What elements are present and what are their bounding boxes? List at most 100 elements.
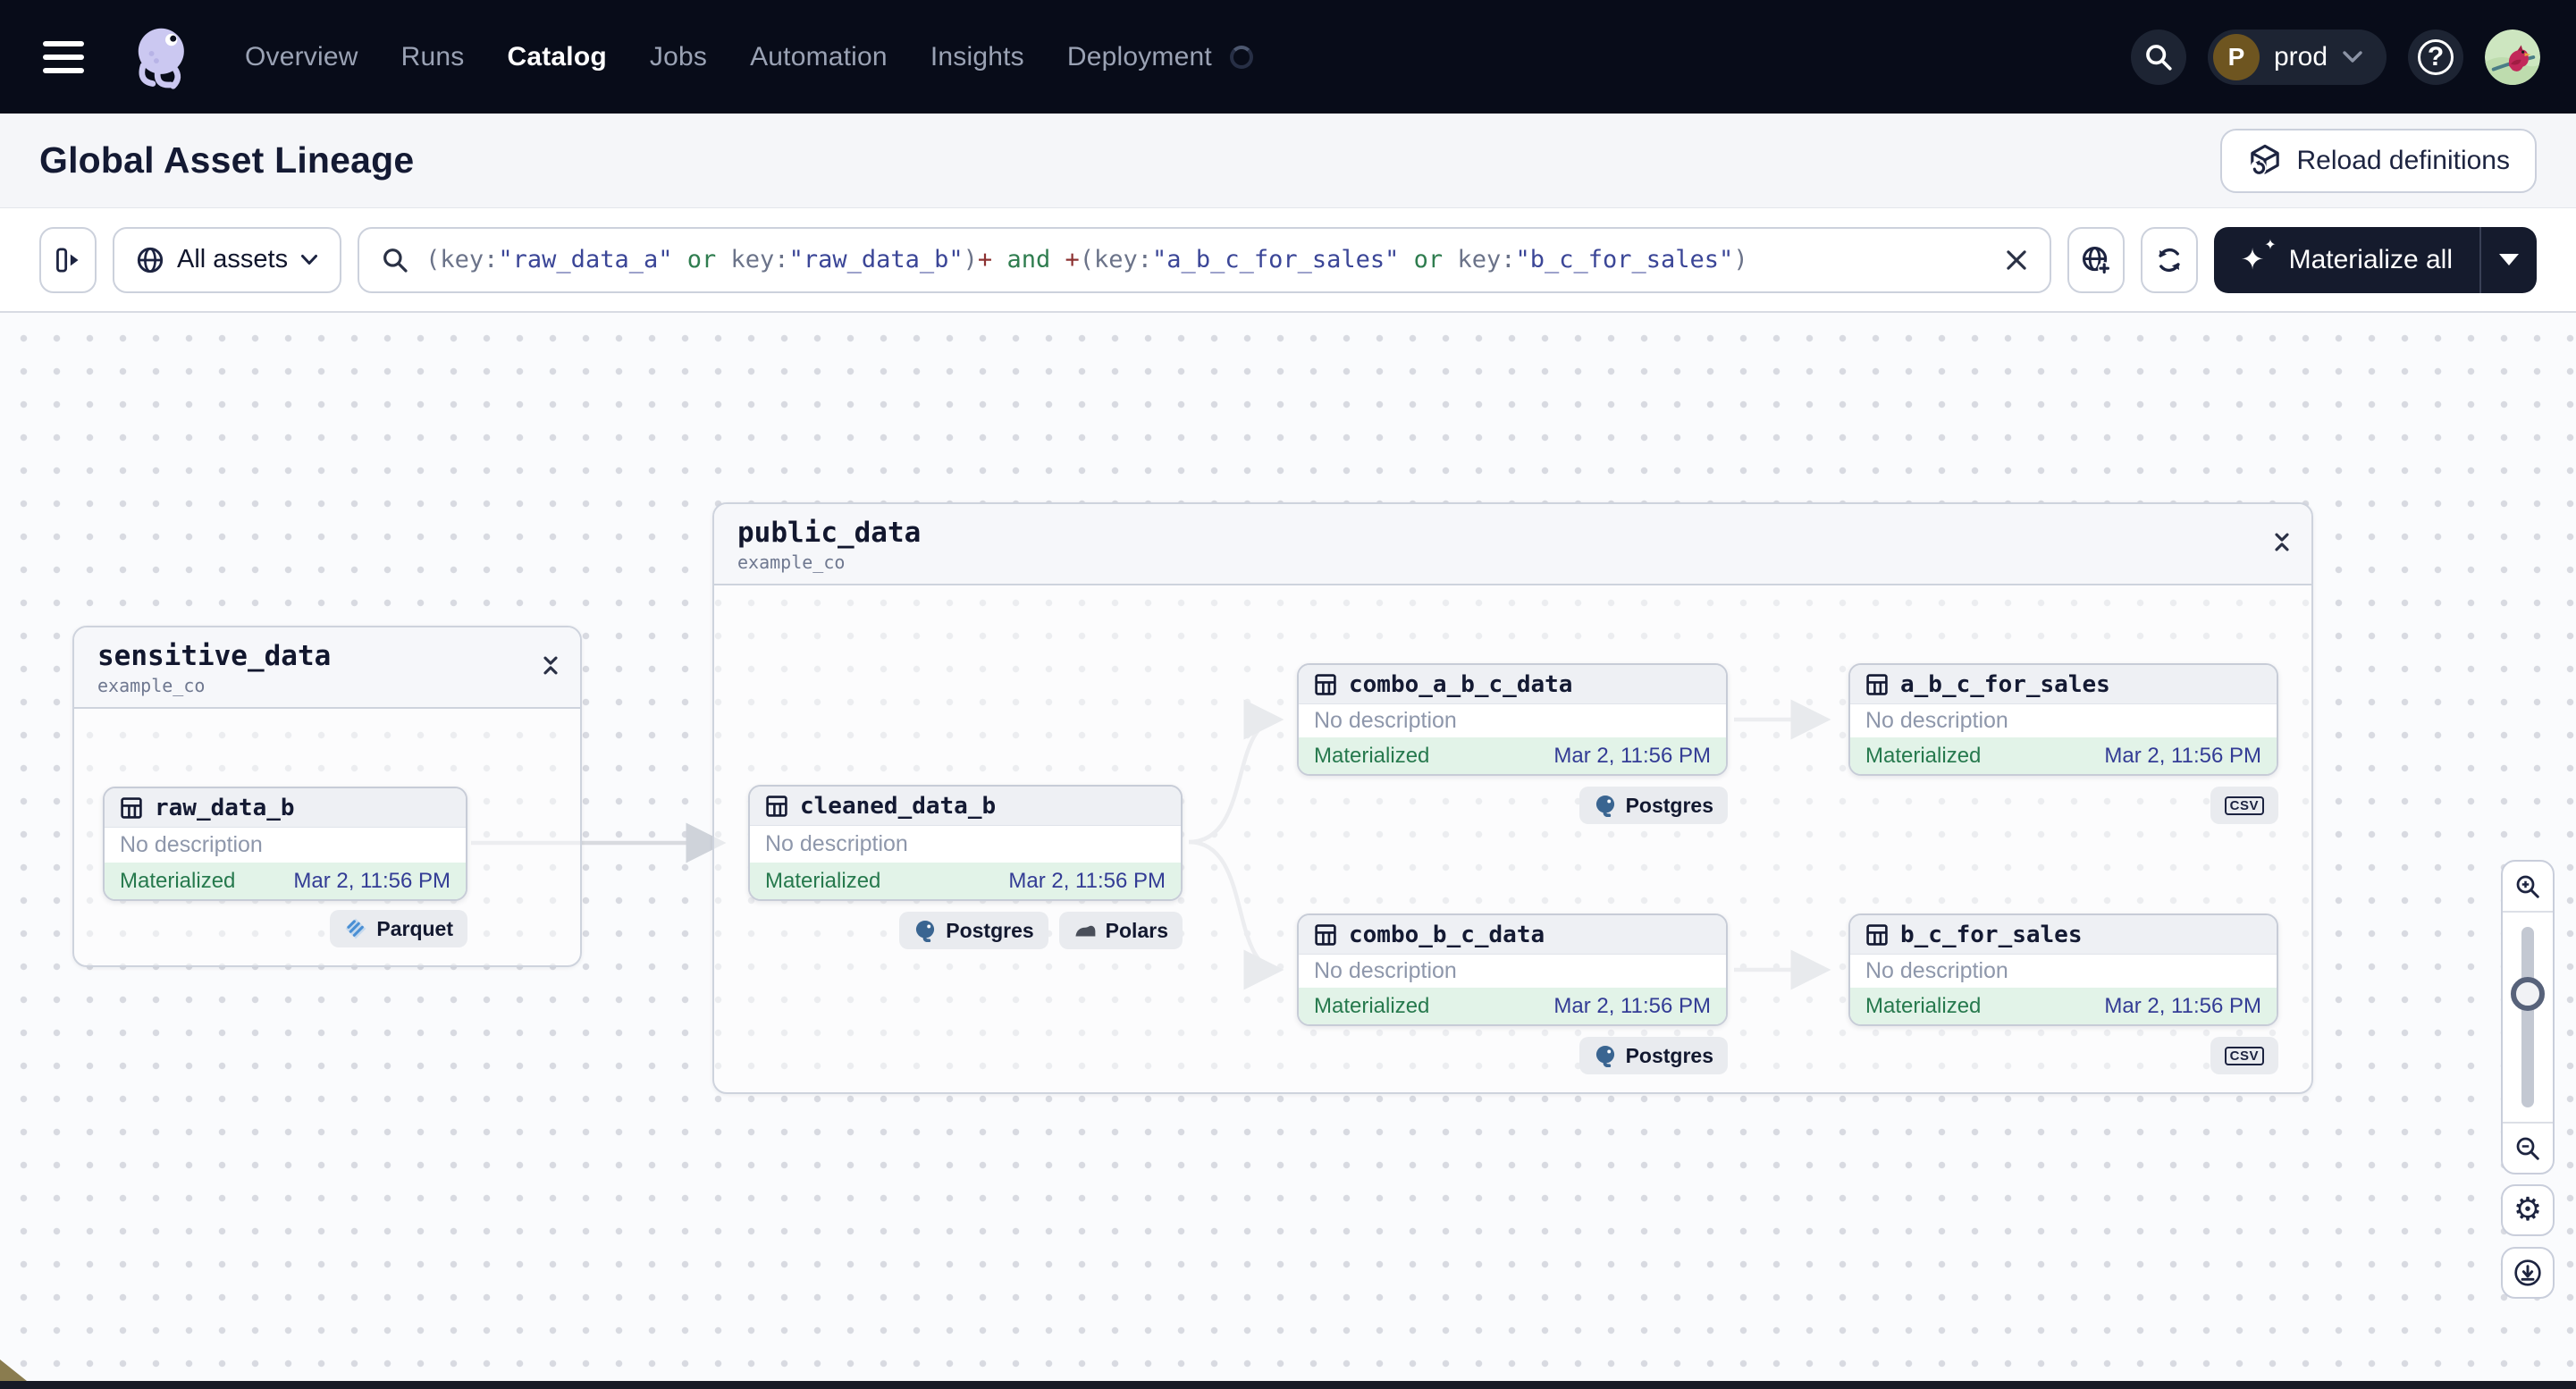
asset-description: No description (1314, 708, 1457, 733)
badge-row: Postgres Polars (748, 912, 1183, 949)
asset-node-b-c-for-sales[interactable]: b_c_for_sales No description Materialize… (1848, 913, 2278, 1026)
asset-node-raw-data-b[interactable]: raw_data_b No description Materialized M… (103, 787, 467, 901)
asset-node-cleaned-data-b[interactable]: cleaned_data_b No description Materializ… (748, 785, 1183, 901)
refresh-graph-button[interactable] (2140, 226, 2198, 293)
badge-row: Postgres (1297, 787, 1728, 824)
nav-link-jobs[interactable]: Jobs (650, 42, 707, 72)
asset-status: Materialized (1314, 993, 1430, 1018)
badge-label: Postgres (946, 918, 1034, 942)
badge-row: CSV (1848, 1037, 2278, 1074)
table-icon (766, 795, 787, 817)
nav-link-insights[interactable]: Insights (930, 42, 1024, 72)
environment-avatar: P (2212, 33, 2260, 80)
nav-links: Overview Runs Catalog Jobs Automation In… (245, 42, 1253, 72)
kind-badge-parquet[interactable]: Parquet (330, 910, 467, 947)
table-icon (1866, 923, 1888, 946)
new-scope-button[interactable] (2067, 226, 2125, 293)
zoom-slider-track[interactable] (2521, 927, 2534, 1107)
zoom-slider (2503, 913, 2553, 1122)
table-icon (1315, 673, 1336, 695)
group-title: sensitive_data (97, 640, 332, 672)
postgres-icon (1595, 795, 1614, 817)
download-icon (2514, 1259, 2541, 1286)
graph-settings-button[interactable]: ⚙ (2501, 1184, 2555, 1236)
badge-row: Postgres (1297, 1037, 1728, 1074)
kind-badge-postgres[interactable]: Postgres (1578, 1037, 1728, 1074)
nav-link-deployment[interactable]: Deployment (1067, 42, 1212, 72)
nav-link-catalog[interactable]: Catalog (507, 42, 606, 72)
asset-timestamp: Mar 2, 11:56 PM (293, 868, 450, 893)
deployment-loading-spinner (1229, 45, 1253, 69)
asset-node-combo-b-c-data[interactable]: combo_b_c_data No description Materializ… (1297, 913, 1728, 1026)
panel-expand-icon (56, 248, 79, 272)
globe-plus-icon (2082, 246, 2110, 274)
zoom-control-panel (2501, 860, 2555, 1174)
globe-icon (137, 247, 164, 273)
zoom-in-icon (2516, 875, 2539, 898)
zoom-out-icon (2516, 1137, 2539, 1160)
zoom-in-button[interactable] (2503, 862, 2553, 911)
top-nav: Overview Runs Catalog Jobs Automation In… (0, 0, 2576, 114)
user-avatar[interactable] (2485, 29, 2540, 85)
nav-link-automation[interactable]: Automation (750, 42, 888, 72)
group-title: public_data (737, 517, 922, 549)
search-query: (key:"raw_data_a" or key:"raw_data_b")+ … (425, 246, 1748, 274)
table-icon (1866, 673, 1888, 695)
question-mark-icon: ? (2418, 38, 2454, 75)
download-graph-button[interactable] (2501, 1247, 2555, 1299)
asset-status: Materialized (1865, 993, 1982, 1018)
kind-badge-postgres[interactable]: Postgres (1578, 787, 1728, 824)
open-sidebar-button[interactable] (39, 226, 97, 293)
clear-search-button[interactable] (2005, 248, 2028, 272)
asset-description: No description (765, 831, 908, 856)
postgres-icon (1595, 1045, 1614, 1067)
asset-status: Materialized (1314, 743, 1430, 768)
collapse-group-icon[interactable] (2272, 531, 2292, 557)
help-button[interactable]: ? (2408, 29, 2463, 85)
badge-row: Parquet (103, 910, 467, 947)
reload-definitions-button[interactable]: Reload definitions (2219, 128, 2537, 193)
asset-timestamp: Mar 2, 11:56 PM (1553, 743, 1711, 768)
search-icon (2146, 44, 2172, 71)
materialize-all-button[interactable]: ✦ ✦ Materialize all (2214, 227, 2479, 293)
reload-cube-icon (2250, 144, 2279, 176)
zoom-slider-handle[interactable] (2511, 977, 2545, 1011)
nav-link-runs[interactable]: Runs (401, 42, 465, 72)
asset-description: No description (120, 832, 263, 857)
sparkle-icon: ✦ ✦ (2240, 235, 2277, 276)
asset-name: a_b_c_for_sales (1900, 670, 2110, 698)
page-title: Global Asset Lineage (39, 139, 415, 181)
asset-node-a-b-c-for-sales[interactable]: a_b_c_for_sales No description Materiali… (1848, 663, 2278, 776)
kind-badge-postgres[interactable]: Postgres (899, 912, 1048, 949)
asset-status: Materialized (765, 868, 881, 893)
badge-label: Parquet (376, 916, 453, 940)
kind-badge-csv[interactable]: CSV (2210, 787, 2278, 824)
corner-artifact (0, 1360, 27, 1381)
menu-icon[interactable] (43, 28, 102, 87)
zoom-out-button[interactable] (2503, 1124, 2553, 1173)
dagster-logo-icon[interactable] (125, 19, 202, 96)
refresh-icon (2158, 248, 2180, 272)
environment-switcher[interactable]: P prod (2207, 29, 2387, 85)
gear-icon: ⚙ (2513, 1191, 2543, 1228)
asset-search-input[interactable]: (key:"raw_data_a" or key:"raw_data_b")+ … (358, 226, 2051, 293)
kind-badge-polars[interactable]: Polars (1058, 912, 1183, 949)
polars-bear-icon (1075, 925, 1096, 937)
search-button[interactable] (2130, 29, 2186, 85)
kind-badge-csv[interactable]: CSV (2210, 1037, 2278, 1074)
collapse-group-icon[interactable] (541, 654, 560, 680)
nav-right: P prod ? (2130, 29, 2540, 85)
asset-node-combo-a-b-c-data[interactable]: combo_a_b_c_data No description Material… (1297, 663, 1728, 776)
asset-scope-dropdown[interactable]: All assets (113, 226, 342, 293)
chevron-down-icon (301, 255, 318, 265)
badge-row: CSV (1848, 787, 2278, 824)
csv-icon: CSV (2224, 796, 2264, 815)
lineage-canvas[interactable]: sensitive_data example_co public_data ex… (0, 313, 2576, 1389)
reload-definitions-label: Reload definitions (2296, 145, 2511, 175)
asset-name: raw_data_b (155, 794, 295, 821)
postgres-icon (916, 920, 935, 942)
materialize-options-button[interactable] (2481, 227, 2537, 293)
asset-name: b_c_for_sales (1900, 921, 2083, 948)
nav-link-overview[interactable]: Overview (245, 42, 358, 72)
group-header: sensitive_data example_co (74, 627, 580, 709)
